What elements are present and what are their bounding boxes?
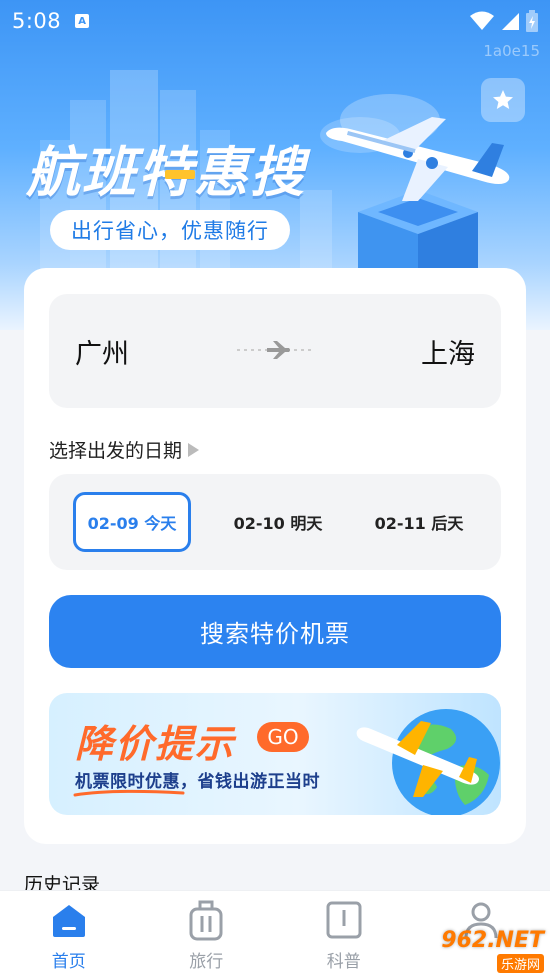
tab-home[interactable]: 首页 (0, 891, 138, 979)
device-id-text: 1a0e15 (483, 42, 540, 60)
airplane-illustration (326, 117, 510, 201)
search-card: 广州 上海 选择出发的日期 02-09 今天 02-10 明天 02-11 后天… (24, 268, 526, 844)
star-icon (493, 90, 513, 109)
watermark-site: 乐游网 (496, 954, 544, 973)
tab-label-science: 科普 (326, 952, 361, 972)
home-icon (52, 905, 85, 937)
promo-underline-decoration (73, 789, 185, 797)
date-label-text: 选择出发的日期 (49, 440, 183, 462)
date-option-tomorrow[interactable]: 02-10 明天 (219, 492, 337, 552)
watermark-logo: 962.NET (441, 928, 544, 953)
hero-title: 航班特惠搜 (26, 141, 306, 204)
status-icons (470, 10, 538, 32)
signal-icon (502, 13, 519, 30)
departure-city[interactable]: 广州 (75, 332, 129, 371)
date-section-label[interactable]: 选择出发的日期 (49, 436, 200, 463)
tab-label-travel: 旅行 (189, 952, 224, 972)
status-bar: 5:08 A (0, 0, 550, 42)
battery-icon (526, 10, 538, 32)
plane-arrow-icon[interactable] (237, 338, 313, 362)
luggage-icon (189, 900, 223, 941)
tab-science[interactable]: 科普 (275, 891, 413, 979)
hero-subtitle: 出行省心，优惠随行 (50, 210, 290, 250)
tab-label-home: 首页 (51, 952, 86, 972)
triangle-right-icon (188, 442, 200, 457)
date-option-today[interactable]: 02-09 今天 (73, 492, 191, 552)
promo-go-badge: GO (257, 722, 309, 752)
notification-badge: A (75, 14, 90, 28)
date-options: 02-09 今天 02-10 明天 02-11 后天 (49, 474, 501, 570)
tab-travel[interactable]: 旅行 (138, 891, 276, 979)
watermark-brand: 962.NET (441, 928, 544, 953)
date-option-day-after[interactable]: 02-11 后天 (360, 492, 478, 552)
promo-title: 降价提示 (75, 722, 236, 766)
wifi-icon (470, 11, 494, 30)
price-alert-banner[interactable]: 降价提示 GO 机票限时优惠，省钱出游正当时 (49, 693, 501, 815)
book-icon (326, 901, 362, 939)
globe-airplane-icon (356, 709, 500, 815)
arrival-city[interactable]: 上海 (421, 332, 475, 371)
search-flights-button[interactable]: 搜索特价机票 (49, 595, 501, 668)
status-time: 5:08 (12, 9, 62, 33)
title-accent-bar (165, 170, 195, 179)
route-selector: 广州 上海 (49, 294, 501, 408)
